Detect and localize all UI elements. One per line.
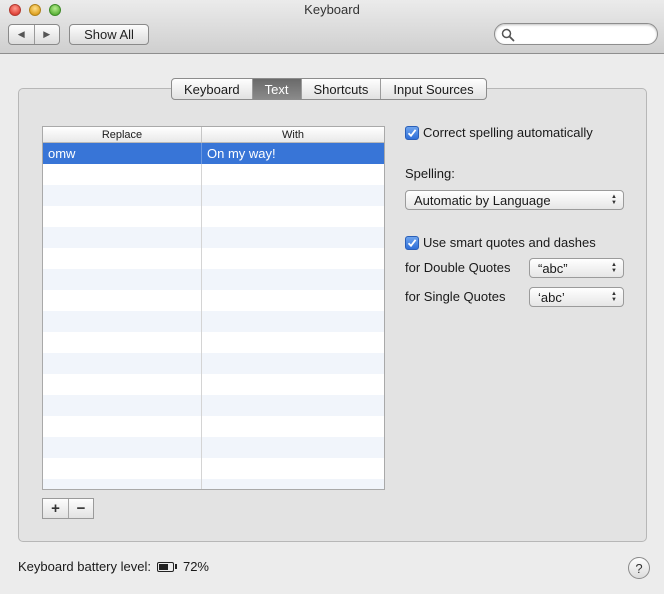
table-row[interactable]	[43, 248, 384, 269]
replace-cell	[43, 164, 202, 185]
forward-arrow-icon[interactable]: ▶	[33, 25, 60, 44]
with-cell	[202, 458, 384, 479]
show-all-button[interactable]: Show All	[69, 24, 149, 45]
with-cell	[202, 185, 384, 206]
single-quotes-value: ‘abc’	[538, 289, 565, 305]
with-cell	[202, 395, 384, 416]
with-cell	[202, 269, 384, 290]
with-cell	[202, 227, 384, 248]
table-row[interactable]	[43, 269, 384, 290]
checkmark-icon	[407, 128, 417, 137]
replace-cell	[43, 374, 202, 395]
table-row[interactable]	[43, 353, 384, 374]
with-cell	[202, 416, 384, 437]
with-cell: On my way!	[207, 146, 276, 161]
with-cell	[202, 206, 384, 227]
single-quotes-label: for Single Quotes	[405, 289, 506, 304]
with-cell	[202, 290, 384, 311]
replace-cell	[43, 458, 202, 479]
table-row[interactable]	[43, 416, 384, 437]
correct-spelling-checkbox[interactable]	[405, 125, 419, 140]
column-header-replace[interactable]: Replace	[43, 127, 202, 142]
window-title: Keyboard	[304, 2, 360, 17]
column-header-with[interactable]: With	[202, 127, 384, 142]
tab-keyboard[interactable]: Keyboard	[172, 79, 252, 99]
with-cell	[202, 311, 384, 332]
remove-replacement-button[interactable]: −	[68, 499, 93, 518]
with-cell	[202, 479, 384, 489]
correct-spelling-option[interactable]: Correct spelling automatically	[405, 125, 593, 140]
popup-arrows-icon: ▲ ▼	[611, 291, 617, 303]
replace-cell	[43, 206, 202, 227]
battery-level-label: Keyboard battery level:	[18, 559, 151, 574]
correct-spelling-label: Correct spelling automatically	[423, 125, 593, 140]
text-replacement-table[interactable]: Replace With omw On my way!	[42, 126, 385, 490]
double-quotes-popup[interactable]: “abc” ▲ ▼	[529, 258, 624, 278]
battery-icon	[156, 561, 177, 572]
spelling-label: Spelling:	[405, 166, 455, 181]
tab-shortcuts[interactable]: Shortcuts	[300, 79, 381, 99]
table-body: omw On my way!	[43, 143, 384, 489]
smart-quotes-label: Use smart quotes and dashes	[423, 235, 596, 250]
replace-cell	[43, 185, 202, 206]
double-quotes-label: for Double Quotes	[405, 260, 511, 275]
checkmark-icon	[407, 238, 417, 247]
with-cell	[202, 353, 384, 374]
replace-cell	[43, 437, 202, 458]
battery-percent: 72%	[182, 559, 209, 574]
table-row[interactable]	[43, 206, 384, 227]
add-replacement-button[interactable]: +	[43, 499, 68, 518]
tab-text[interactable]: Text	[251, 79, 301, 99]
replace-cell	[43, 479, 202, 489]
spelling-language-popup[interactable]: Automatic by Language ▲ ▼	[405, 190, 624, 210]
back-forward-control: ◀ ▶	[8, 24, 60, 45]
table-row[interactable]	[43, 374, 384, 395]
battery-status: Keyboard battery level: 72%	[18, 559, 209, 574]
table-row[interactable]	[43, 185, 384, 206]
replace-cell	[43, 332, 202, 353]
search-icon	[501, 28, 515, 42]
table-row[interactable]	[43, 227, 384, 248]
tab-bar: Keyboard Text Shortcuts Input Sources	[171, 78, 487, 100]
table-row[interactable]	[43, 395, 384, 416]
with-cell	[202, 437, 384, 458]
replace-cell	[43, 227, 202, 248]
table-row[interactable]	[43, 479, 384, 489]
with-cell	[202, 248, 384, 269]
table-row[interactable]: omw On my way!	[43, 143, 384, 164]
replace-cell	[43, 353, 202, 374]
replace-cell	[43, 269, 202, 290]
with-cell	[202, 374, 384, 395]
single-quotes-popup[interactable]: ‘abc’ ▲ ▼	[529, 287, 624, 307]
title-bar: Keyboard ◀ ▶ Show All	[0, 0, 664, 54]
replace-cell	[43, 311, 202, 332]
with-cell	[202, 164, 384, 185]
replace-cell: omw	[43, 143, 202, 164]
table-header: Replace With	[43, 127, 384, 143]
smart-quotes-checkbox[interactable]	[405, 235, 419, 250]
replace-cell	[43, 248, 202, 269]
help-button[interactable]: ?	[628, 557, 650, 579]
replace-cell	[43, 416, 202, 437]
table-row[interactable]	[43, 437, 384, 458]
table-row[interactable]	[43, 290, 384, 311]
popup-arrows-icon: ▲ ▼	[611, 262, 617, 274]
search-field[interactable]	[494, 23, 658, 45]
with-cell	[202, 332, 384, 353]
double-quotes-value: “abc”	[538, 260, 568, 276]
table-row[interactable]	[43, 332, 384, 353]
add-remove-control: + −	[42, 498, 94, 519]
smart-quotes-option[interactable]: Use smart quotes and dashes	[405, 235, 596, 250]
spelling-language-value: Automatic by Language	[414, 192, 551, 208]
table-row[interactable]	[43, 164, 384, 185]
replace-cell	[43, 395, 202, 416]
table-row[interactable]	[43, 311, 384, 332]
popup-arrows-icon: ▲ ▼	[611, 194, 617, 206]
table-row[interactable]	[43, 458, 384, 479]
back-arrow-icon[interactable]: ◀	[9, 25, 34, 44]
search-input[interactable]	[517, 26, 647, 42]
tab-input-sources[interactable]: Input Sources	[380, 79, 485, 99]
replace-cell	[43, 290, 202, 311]
battery-fill	[158, 563, 169, 570]
